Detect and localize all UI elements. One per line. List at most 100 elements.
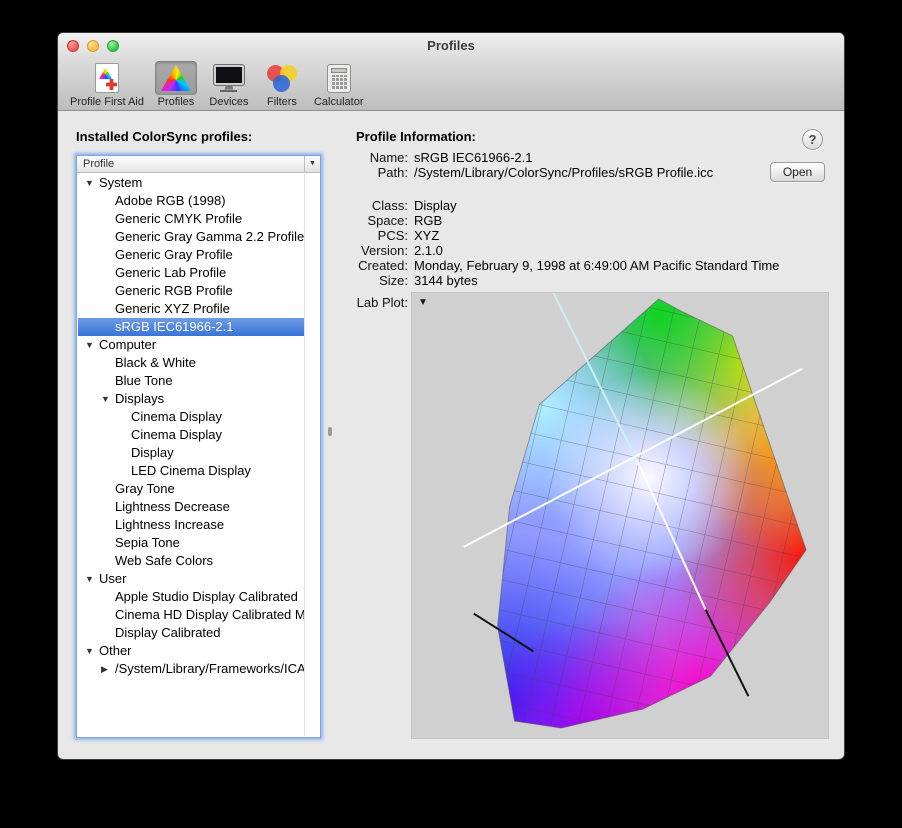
toolbar-label: Filters [267, 96, 297, 108]
devices-icon [208, 61, 250, 95]
lab-plot-label: Lab Plot: [298, 295, 408, 310]
disclosure-closed-icon[interactable]: ▶ [101, 660, 108, 678]
help-button[interactable]: ? [802, 129, 823, 150]
path-value: /System/Library/ColorSync/Profiles/sRGB … [414, 165, 829, 180]
disclosure-open-icon[interactable]: ▼ [85, 642, 94, 660]
profiles-icon [155, 61, 197, 95]
profile-row[interactable]: Black & White [78, 354, 304, 372]
profile-row[interactable]: LED Cinema Display [78, 462, 304, 480]
plot-disclosure-button[interactable]: ▼ [418, 297, 428, 308]
toolbar-item-calculator[interactable]: Calculator [314, 61, 364, 108]
filters-icon [261, 61, 303, 95]
profile-row-label: Other [99, 642, 132, 660]
lab-plot: ▼ [411, 292, 829, 739]
profile-row[interactable]: Gray Tone [78, 480, 304, 498]
profile-row-label: sRGB IEC61966-2.1 [115, 318, 234, 336]
info-row: Class: Display [58, 198, 829, 213]
profile-row[interactable]: Lightness Decrease [78, 498, 304, 516]
field-value: RGB [414, 213, 829, 228]
profile-row-label: Display [131, 444, 174, 462]
profile-first-aid-icon [86, 61, 128, 95]
toolbar-label: Profile First Aid [70, 96, 144, 108]
info-row-name: Name: sRGB IEC61966-2.1 [58, 150, 829, 165]
field-label: Class: [298, 198, 408, 213]
toolbar-item-profiles[interactable]: Profiles [155, 61, 197, 108]
profile-information-heading: Profile Information: [356, 129, 476, 144]
profile-row[interactable]: Display Calibrated [78, 624, 304, 642]
profile-row[interactable]: Lightness Increase [78, 516, 304, 534]
profile-row-label: Display Calibrated [115, 624, 221, 642]
profile-row-label: Gray Tone [115, 480, 175, 498]
profile-row-label: Generic XYZ Profile [115, 300, 230, 318]
profile-row-label: Blue Tone [115, 372, 173, 390]
window-title: Profiles [58, 33, 844, 59]
profile-row[interactable]: Apple Studio Display Calibrated [78, 588, 304, 606]
info-row: Space: RGB [58, 213, 829, 228]
profile-row-label: Lightness Increase [115, 516, 224, 534]
pane-splitter[interactable] [328, 427, 332, 436]
profile-row[interactable]: Generic XYZ Profile [78, 300, 304, 318]
field-value: 3144 bytes [414, 273, 829, 288]
calculator-icon [318, 61, 360, 95]
profile-row[interactable]: Sepia Tone [78, 534, 304, 552]
toolbar-label: Profiles [158, 96, 195, 108]
traffic-lights [67, 40, 119, 52]
profile-row[interactable]: Display [78, 444, 304, 462]
toolbar-label: Devices [209, 96, 248, 108]
profile-row-label: Web Safe Colors [115, 552, 213, 570]
path-label: Path: [298, 165, 408, 180]
profile-row[interactable]: ▼ Other [78, 642, 304, 660]
profile-row-label: Cinema Display [131, 426, 222, 444]
profile-row[interactable]: ▼User [78, 570, 304, 588]
profile-row-label: Lightness Decrease [115, 498, 230, 516]
disclosure-open-icon[interactable]: ▼ [85, 570, 94, 588]
profile-row-label: /System/Library/Frameworks/ICA [115, 660, 304, 678]
disclosure-open-icon[interactable]: ▼ [101, 390, 110, 408]
field-label: Version: [298, 243, 408, 258]
titlebar[interactable]: Profiles [58, 33, 844, 59]
info-row: Created:Monday, February 9, 1998 at 6:49… [58, 258, 829, 273]
toolbar-item-devices[interactable]: Devices [208, 61, 250, 108]
name-label: Name: [298, 150, 408, 165]
colorsync-profiles-window: Profiles Profile First Aid Profiles Devi… [57, 32, 845, 760]
zoom-button[interactable] [107, 40, 119, 52]
profile-row[interactable]: ▼ Displays [78, 390, 304, 408]
toolbar-label: Calculator [314, 96, 364, 108]
field-label: Created: [298, 258, 408, 273]
profile-row[interactable]: Cinema Display [78, 408, 304, 426]
name-value: sRGB IEC61966-2.1 [414, 150, 829, 165]
installed-profiles-heading: Installed ColorSync profiles: [76, 129, 252, 144]
profile-row-label: Apple Studio Display Calibrated [115, 588, 298, 606]
field-label: PCS: [298, 228, 408, 243]
gamut-plot-image [412, 293, 828, 738]
profile-row-label: Computer [99, 336, 156, 354]
toolbar-item-filters[interactable]: Filters [261, 61, 303, 108]
profile-row-label: Cinema HD Display Calibrated Ma [115, 606, 304, 624]
field-label: Size: [298, 273, 408, 288]
profile-row[interactable]: ▶ /System/Library/Frameworks/ICA [78, 660, 304, 678]
info-row: Size: 3144 bytes [58, 273, 829, 288]
profile-row-label: Displays [115, 390, 164, 408]
profile-row[interactable]: Cinema Display [78, 426, 304, 444]
info-row: PCS: XYZ [58, 228, 829, 243]
profile-row[interactable]: Web Safe Colors [78, 552, 304, 570]
field-value: Display [414, 198, 829, 213]
profile-row[interactable]: Cinema HD Display Calibrated Ma [78, 606, 304, 624]
info-row-path: Path: /System/Library/ColorSync/Profiles… [58, 165, 829, 180]
profile-row[interactable]: Blue Tone [78, 372, 304, 390]
field-value: 2.1.0 [414, 243, 829, 258]
open-button[interactable]: Open [770, 162, 825, 182]
profile-row[interactable]: ▼ Computer [78, 336, 304, 354]
field-value: XYZ [414, 228, 829, 243]
info-row: Version: 2.1.0 [58, 243, 829, 258]
minimize-button[interactable] [87, 40, 99, 52]
profile-row-label: Black & White [115, 354, 196, 372]
profile-row-label: Cinema Display [131, 408, 222, 426]
profile-row-label: LED Cinema Display [131, 462, 251, 480]
disclosure-open-icon[interactable]: ▼ [85, 336, 94, 354]
profile-row[interactable]: sRGB IEC61966-2.1 [78, 318, 304, 336]
toolbar-item-profile-first-aid[interactable]: Profile First Aid [70, 61, 144, 108]
content-area: Installed ColorSync profiles: Profile ▼ … [58, 111, 844, 759]
close-button[interactable] [67, 40, 79, 52]
field-label: Space: [298, 213, 408, 228]
